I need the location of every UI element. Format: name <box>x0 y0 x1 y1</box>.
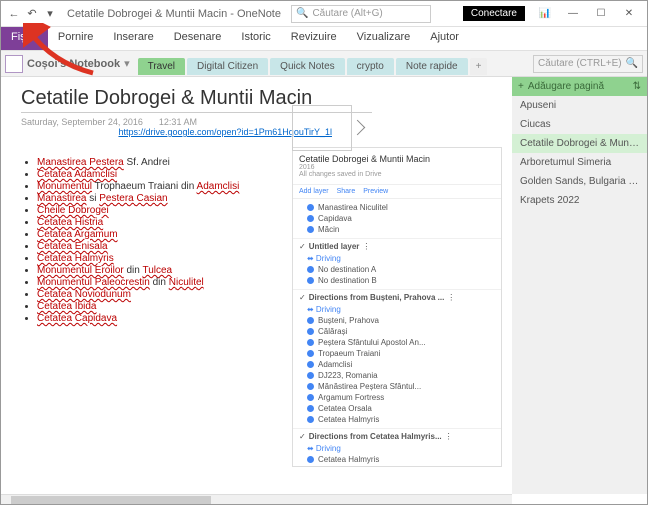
map-layer-item[interactable]: Manastirea Niculitel <box>299 202 495 213</box>
page-list-sidebar: + Adăugare pagină ⇅ ApuseniCiucasCetatil… <box>512 77 647 494</box>
map-layer-item[interactable]: Capidava <box>299 213 495 224</box>
notebook-icon[interactable] <box>5 55 23 73</box>
tab-home[interactable]: Pornire <box>48 27 103 50</box>
tab-file[interactable]: Fișier <box>1 27 48 50</box>
map-layer-item[interactable]: DJ223, Romania <box>299 370 495 381</box>
tab-review[interactable]: Revizuire <box>281 27 347 50</box>
tab-draw[interactable]: Desenare <box>164 27 232 50</box>
ribbon: Fișier Pornire Inserare Desenare Istoric… <box>1 27 647 51</box>
map-layer-item[interactable]: Mănăstirea Peștera Sfântul... <box>299 381 495 392</box>
page-list-item[interactable]: Apuseni <box>512 96 647 115</box>
minimize-button[interactable]: — <box>559 4 587 24</box>
search-pages-box[interactable]: Căutare (CTRL+E)🔍 <box>533 55 643 73</box>
map-embed[interactable]: Brașov Târgoviște Cetatile Dobrogei & Mu… <box>292 147 502 467</box>
notebook-dropdown-icon[interactable]: ▾ <box>124 57 130 70</box>
map-layer-item[interactable]: No destination B <box>299 275 495 286</box>
map-layer-item[interactable]: Cetatea Orsala <box>299 403 495 414</box>
page-list-item[interactable]: Ciucas <box>512 115 647 134</box>
tab-view[interactable]: Vizualizare <box>347 27 421 50</box>
section-tab[interactable]: Quick Notes <box>270 58 344 75</box>
page-list-item[interactable]: Arboretumul Simeria <box>512 153 647 172</box>
map-share[interactable]: Share <box>337 188 356 195</box>
add-section-button[interactable]: + <box>470 58 488 75</box>
plus-icon: + <box>518 81 524 92</box>
section-tab[interactable]: Note rapide <box>396 58 468 75</box>
thumbnail-box[interactable] <box>292 105 352 151</box>
close-button[interactable]: ✕ <box>615 4 643 24</box>
undo-button[interactable]: ↶ <box>23 5 41 23</box>
sort-icon[interactable]: ⇅ <box>633 81 641 92</box>
search-icon: 🔍 <box>626 58 638 69</box>
search-icon: 🔍 <box>296 8 308 19</box>
page-list-item[interactable]: Krapets 2022 <box>512 191 647 210</box>
map-layer-item[interactable]: Peștera Sfântului Apostol An... <box>299 337 495 348</box>
map-layer-item[interactable]: Tropaeum Traiani <box>299 348 495 359</box>
map-layer-item[interactable]: Cetatea Halmyris <box>299 454 495 465</box>
section-tab[interactable]: Digital Citizen <box>187 58 268 75</box>
map-layer-item[interactable]: Argamum Fortress <box>299 392 495 403</box>
tab-help[interactable]: Ajutor <box>420 27 469 50</box>
window-title: Cetatile Dobrogei & Muntii Macin - OneNo… <box>67 8 281 20</box>
tab-insert[interactable]: Inserare <box>103 27 163 50</box>
back-button[interactable]: ← <box>5 5 23 23</box>
connect-button[interactable]: Conectare <box>463 6 525 21</box>
tab-history[interactable]: Istoric <box>231 27 280 50</box>
map-layer-item[interactable]: Călărași <box>299 326 495 337</box>
redo-dropdown[interactable]: ▾ <box>41 5 59 23</box>
page-list-item[interactable]: Cetatile Dobrogei & Muntii Macin <box>512 134 647 153</box>
section-tab-travel[interactable]: Travel <box>138 58 185 75</box>
add-page-button[interactable]: + Adăugare pagină ⇅ <box>512 77 647 96</box>
search-box[interactable]: 🔍Căutare (Alt+G) <box>291 5 431 23</box>
section-tab[interactable]: crypto <box>347 58 394 75</box>
map-layer-item[interactable]: Măcin <box>299 224 495 235</box>
maximize-button[interactable]: ☐ <box>587 4 615 24</box>
map-layer-item[interactable]: Adamclisi <box>299 359 495 370</box>
horizontal-scrollbar[interactable] <box>1 494 512 504</box>
settings-button[interactable]: 📊 <box>531 4 559 24</box>
map-preview[interactable]: Preview <box>363 188 388 195</box>
map-add-layer[interactable]: Add layer <box>299 188 329 195</box>
page-list-item[interactable]: Golden Sands, Bulgaria (25 - 28 m <box>512 172 647 191</box>
notebook-name[interactable]: Coșoi's Notebook <box>27 58 120 70</box>
page-date: Saturday, September 24, 201612:31 AM <box>21 117 512 127</box>
page-canvas[interactable]: Cetatile Dobrogei & Muntii Macin Saturda… <box>1 77 512 494</box>
map-layer-item[interactable]: Bușteni, Prahova <box>299 315 495 326</box>
map-layer-item[interactable]: Cetatea Halmyris <box>299 414 495 425</box>
map-layer-item[interactable]: No destination A <box>299 264 495 275</box>
map-layer-item[interactable]: Monumentul Eroilor <box>299 465 495 467</box>
